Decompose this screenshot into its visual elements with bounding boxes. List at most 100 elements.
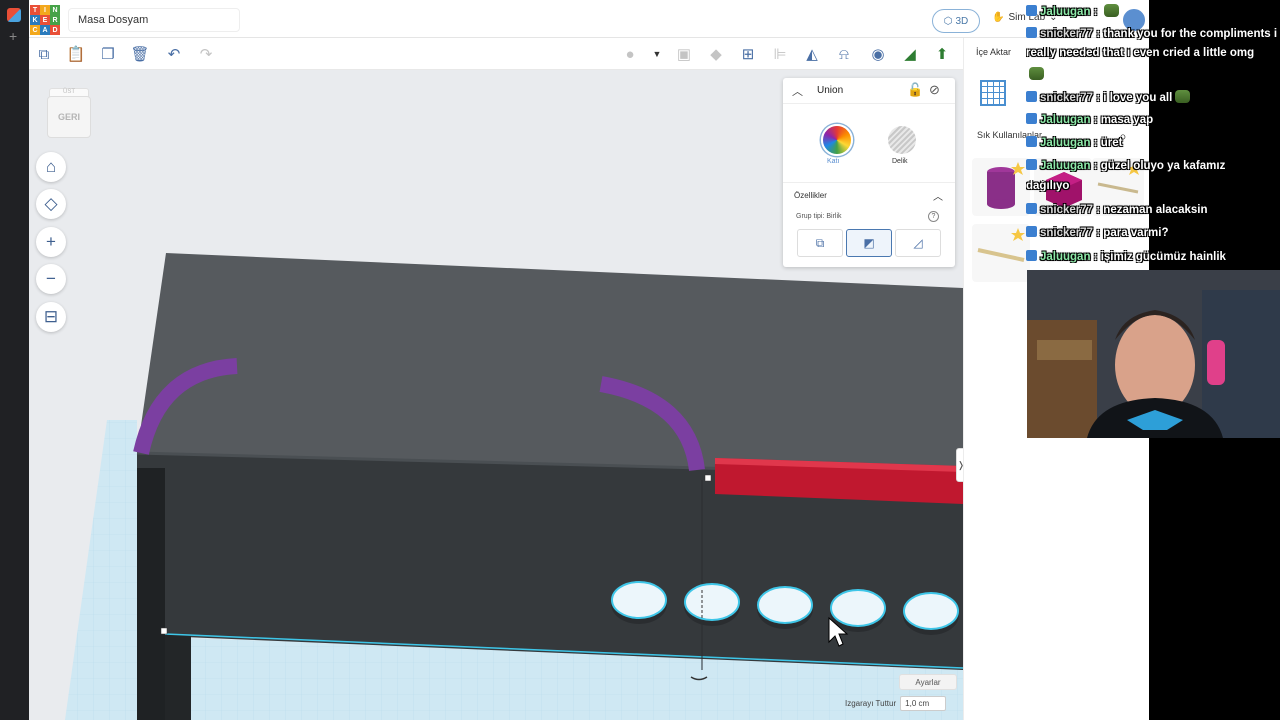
chat-message: snicker77 : thank you for the compliment… bbox=[1026, 27, 1280, 40]
hole-swatch[interactable] bbox=[888, 126, 916, 154]
show-all-icon[interactable]: ◆ bbox=[706, 44, 726, 64]
chevron-up-icon[interactable]: ︿ bbox=[792, 83, 803, 99]
grid-snap-select[interactable]: 1,0 cm bbox=[900, 696, 947, 711]
chat-message: snicker77 : nezaman alacaksin bbox=[1026, 203, 1280, 216]
inspector-header: ︿ Union 🔓 ⊘ bbox=[783, 78, 955, 104]
app-launcher-icon[interactable] bbox=[7, 8, 21, 22]
chat-text: dağılıyo bbox=[1026, 180, 1070, 192]
view-3d-button[interactable]: ⬡ 3D bbox=[932, 9, 980, 33]
group-type-button-3[interactable]: ◿ bbox=[895, 229, 941, 257]
view-cube[interactable]: ÜST GERI bbox=[47, 88, 91, 138]
chat-message: Jaluugan : güzel oluyo ya kafamız bbox=[1026, 159, 1280, 172]
edit-toolbar: ⧉ 📋 ❐ 🗑 ↶ ↷ ● ▼ ▣ ◆ ⊞ ⊫ ◭ ⍾ ◉ ◢ ⬆ bbox=[29, 38, 963, 70]
logo-letter: N bbox=[50, 5, 60, 15]
logo-letter: K bbox=[30, 15, 40, 25]
chat-text: : thank you for the compliments i bbox=[1093, 28, 1278, 40]
view-3d-label: 3D bbox=[955, 15, 969, 27]
redo-icon[interactable]: ↷ bbox=[196, 44, 216, 64]
copy-icon[interactable]: ⧉ bbox=[34, 44, 54, 64]
resize-handle[interactable] bbox=[160, 627, 168, 635]
os-taskbar: + bbox=[0, 0, 29, 720]
inspector-title: Union bbox=[817, 85, 844, 96]
chat-badge-icon bbox=[1026, 203, 1037, 214]
paste-icon[interactable]: 📋 bbox=[66, 44, 86, 64]
logo-letter: D bbox=[50, 25, 60, 35]
view-icon[interactable]: ◉ bbox=[868, 44, 888, 64]
chat-badge-icon bbox=[1026, 27, 1037, 38]
chat-text: : bbox=[1090, 6, 1101, 18]
chat-message: Jaluugan : masa yap bbox=[1026, 113, 1280, 126]
mirror-icon[interactable]: ◭ bbox=[802, 44, 822, 64]
chat-badge-icon bbox=[1026, 250, 1037, 261]
settings-button[interactable]: Ayarlar bbox=[899, 674, 957, 690]
help-icon[interactable]: ? bbox=[928, 211, 939, 222]
chat-username: Jaluugan bbox=[1040, 251, 1091, 263]
chat-text: : üret bbox=[1090, 137, 1123, 149]
chat-message: Jaluugan : bbox=[1026, 4, 1280, 18]
export-icon[interactable]: ◢ bbox=[900, 44, 920, 64]
chat-message bbox=[1026, 67, 1280, 81]
panel-collapse-tab[interactable]: ❭ bbox=[956, 448, 963, 482]
chat-badge-icon bbox=[1026, 226, 1037, 237]
shape-cylinder[interactable] bbox=[972, 158, 1030, 216]
undo-icon[interactable]: ↶ bbox=[164, 44, 184, 64]
group-type-button-1[interactable]: ⧉ bbox=[797, 229, 843, 257]
zoom-out-icon[interactable]: − bbox=[36, 264, 66, 294]
table-leg[interactable] bbox=[137, 468, 165, 720]
chat-text: : masa yap bbox=[1090, 114, 1154, 126]
logo-letter: C bbox=[30, 25, 40, 35]
logo-letter: E bbox=[40, 15, 50, 25]
simlab-hand-icon: ✋ bbox=[992, 12, 1005, 23]
light-bulb-icon[interactable]: ● bbox=[620, 44, 640, 64]
home-icon[interactable]: ⌂ bbox=[36, 152, 66, 182]
document-title-field[interactable]: Masa Dosyam bbox=[68, 8, 240, 32]
fit-icon[interactable]: ◇ bbox=[36, 189, 66, 219]
chat-badge-icon bbox=[1026, 5, 1037, 16]
view-cube-face[interactable]: GERI bbox=[47, 96, 91, 138]
cube-icon: ⬡ bbox=[943, 15, 953, 27]
workplane-grid-icon[interactable] bbox=[980, 80, 1006, 106]
chat-username: Jaluugan bbox=[1040, 114, 1091, 126]
webcam-feed bbox=[1027, 270, 1280, 438]
chat-text: : işimiz gücümüz hainlik bbox=[1090, 251, 1226, 263]
lock-icon[interactable]: 🔓 bbox=[907, 82, 923, 98]
chat-badge-icon bbox=[1026, 91, 1037, 102]
delete-icon[interactable]: 🗑 bbox=[130, 44, 150, 64]
table-top[interactable] bbox=[137, 253, 963, 475]
chat-message: dağılıyo bbox=[1026, 180, 1280, 192]
chat-username: Jaluugan bbox=[1040, 6, 1091, 18]
shape-stick[interactable] bbox=[972, 224, 1030, 282]
align-icon[interactable]: ⊫ bbox=[770, 44, 790, 64]
group-icon[interactable]: ⊞ bbox=[738, 44, 758, 64]
chat-emote-icon bbox=[1029, 67, 1044, 80]
chat-message: Jaluugan : üret bbox=[1026, 136, 1280, 149]
solid-color-swatch[interactable] bbox=[821, 124, 853, 156]
hide-icon[interactable]: ▣ bbox=[674, 44, 694, 64]
add-icon[interactable]: + bbox=[9, 28, 17, 44]
logo-letter: R bbox=[50, 15, 60, 25]
chat-text: really needed that i even cried a little… bbox=[1026, 47, 1255, 59]
tinkercad-window: TINKERCAD Masa Dosyam ⬡ 3D ✋ Sim Lab ⌄ ⧉… bbox=[29, 0, 1149, 720]
chat-message: snicker77 : i love you all bbox=[1026, 90, 1280, 104]
divider bbox=[783, 182, 955, 183]
zoom-in-icon[interactable]: + bbox=[36, 227, 66, 257]
dropdown-caret-icon[interactable]: ▼ bbox=[647, 44, 667, 64]
resize-handle[interactable] bbox=[704, 474, 712, 482]
chat-username: snicker77 bbox=[1040, 227, 1094, 239]
tinkercad-logo[interactable]: TINKERCAD bbox=[30, 5, 60, 35]
grid-snap-label: Izgarayı Tuttur bbox=[845, 699, 897, 708]
chat-username: Jaluugan bbox=[1040, 137, 1091, 149]
visibility-bulb-icon[interactable]: ⊘ bbox=[929, 82, 940, 98]
chat-message: snicker77 : para varmi? bbox=[1026, 226, 1280, 239]
group-type-label: Grup tipi: Birlik bbox=[796, 213, 842, 220]
chat-text: : i love you all bbox=[1093, 92, 1173, 104]
ortho-icon[interactable]: ⊟ bbox=[36, 302, 66, 332]
cruise-icon[interactable]: ⍾ bbox=[834, 44, 854, 64]
import-shape-icon[interactable]: ⬆ bbox=[932, 44, 952, 64]
group-type-button-union[interactable]: ◩ bbox=[846, 229, 892, 257]
chat-message: Jaluugan : işimiz gücümüz hainlik bbox=[1026, 250, 1280, 263]
chevron-up-icon[interactable]: ︿ bbox=[933, 188, 943, 203]
properties-title: Özellikler bbox=[794, 191, 827, 200]
import-button[interactable]: İçe Aktar bbox=[976, 47, 1011, 57]
duplicate-icon[interactable]: ❐ bbox=[98, 44, 118, 64]
